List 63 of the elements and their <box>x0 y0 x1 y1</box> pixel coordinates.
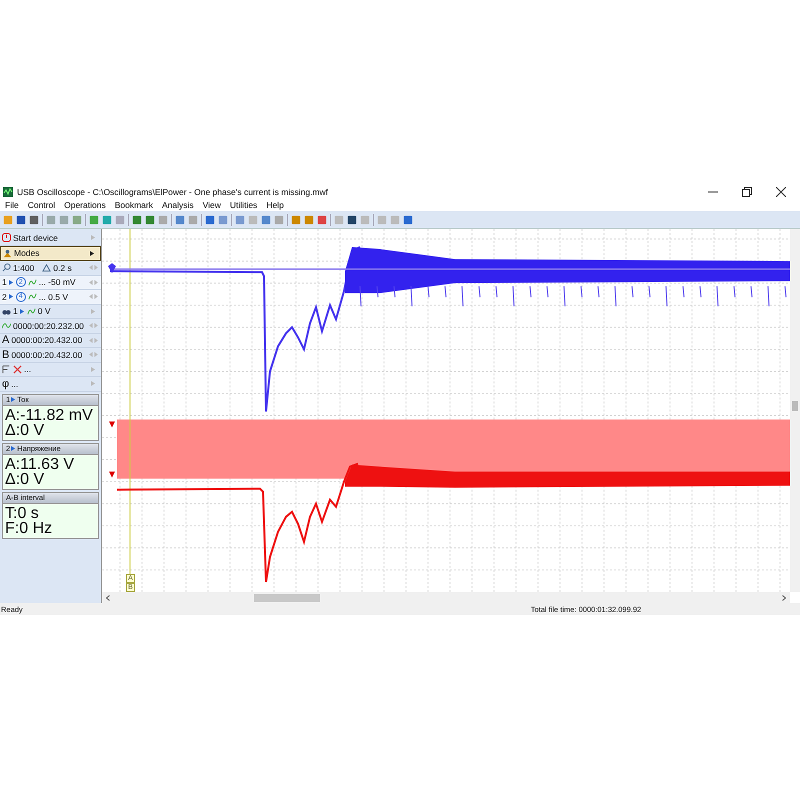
wave-icon <box>2 321 11 330</box>
channel-number: 1 <box>13 306 18 316</box>
cross-icon <box>13 364 22 374</box>
expand-arrow-icon[interactable] <box>90 250 95 257</box>
row-label: Modes <box>14 248 40 258</box>
sidebar-item[interactable]: B 0000:00:20.432.00 <box>0 348 101 362</box>
left-right-arrows-icon[interactable] <box>88 351 99 358</box>
scroll-left-icon[interactable] <box>106 594 110 600</box>
measurement-value: T:0 s <box>5 506 40 520</box>
arrow-icon <box>11 445 16 452</box>
sidebar-item[interactable]: 1 0 V <box>0 304 101 319</box>
channel-number: 1 <box>2 277 7 288</box>
measurement-value: Δ:0 V <box>5 472 46 486</box>
measurement-value: A:-11.82 mV <box>5 408 94 422</box>
row-label: ... <box>11 378 18 389</box>
person-icon <box>3 248 12 258</box>
row-label: ... 0.5 V <box>38 292 68 302</box>
phase-symbol: φ <box>2 378 10 390</box>
app-icon <box>3 187 13 197</box>
row-label: 0 V <box>38 306 50 316</box>
measurement-value: A:11.63 V <box>5 456 76 472</box>
row-label: 1:400 <box>13 262 34 273</box>
left-right-arrows-icon[interactable] <box>88 278 99 286</box>
row-label: 0000:00:20.232.00 <box>13 320 84 331</box>
filter-icon <box>2 364 11 374</box>
channel-number: 2 <box>2 292 7 302</box>
menu-item[interactable]: Help <box>266 200 284 210</box>
sidebar-item[interactable]: A 0000:00:20.432.00 <box>0 334 101 348</box>
row-label: ... <box>24 364 32 374</box>
row-label: 0.2 s <box>53 262 72 273</box>
window-title: USB Oscilloscope - C:\Oscillograms\ElPower - One phase's current is missing.mwf <box>17 187 328 197</box>
sidebar-item[interactable]: φ ... <box>0 377 101 392</box>
zoom-icon <box>2 263 11 272</box>
row-label: ... -50 mV <box>38 277 76 288</box>
horizontal-scrollbar[interactable] <box>102 592 790 603</box>
left-right-arrows-icon[interactable] <box>88 322 99 330</box>
sidebar-item[interactable]: 0000:00:20.232.00 <box>0 319 101 334</box>
menu-item[interactable]: Operations <box>64 200 106 210</box>
menu-item[interactable]: Analysis <box>162 200 194 210</box>
left-right-arrows-icon[interactable] <box>88 293 99 300</box>
power-icon <box>2 233 11 242</box>
cursor-letter: A <box>2 334 10 346</box>
left-right-arrows-icon[interactable] <box>88 264 99 272</box>
menu-item[interactable]: Control <box>28 200 56 210</box>
vertical-scrollbar[interactable] <box>790 229 800 592</box>
cursor-letter: B <box>2 348 10 361</box>
row-label: 0000:00:20.432.00 <box>11 350 82 360</box>
arrow-icon <box>11 396 16 403</box>
menu-item[interactable]: Bookmark <box>114 200 153 210</box>
menu-item[interactable]: File <box>5 200 19 210</box>
timebase-icon <box>42 263 52 272</box>
restore-icon[interactable] <box>742 187 752 197</box>
close-icon[interactable] <box>776 187 786 197</box>
row-label: Start device <box>13 232 58 243</box>
measurement-value: F:0 Hz <box>5 520 54 536</box>
sidebar-item[interactable]: ... <box>0 362 101 377</box>
sidebar-item[interactable]: Modes <box>0 246 101 261</box>
left-right-arrows-icon[interactable] <box>88 336 99 344</box>
menu-item[interactable]: View <box>202 200 221 210</box>
scroll-right-icon[interactable] <box>782 594 786 600</box>
measurement-value: Δ:0 V <box>5 422 46 438</box>
row-label: 0000:00:20.432.00 <box>11 335 82 346</box>
menu-item[interactable]: Utilities <box>230 200 258 210</box>
